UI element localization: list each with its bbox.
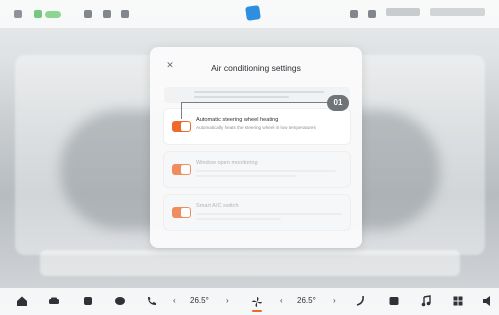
- lock-icon: [103, 8, 111, 20]
- status-bar: [0, 0, 499, 28]
- right-temp-increase-icon[interactable]: ›: [333, 296, 336, 305]
- settings-icon[interactable]: [350, 8, 358, 20]
- phone-icon[interactable]: [146, 295, 158, 307]
- setting-description: Automatically heats the steering wheel i…: [196, 125, 316, 130]
- music-icon[interactable]: [420, 295, 432, 307]
- air-conditioning-settings-dialog: ✕ Air conditioning settings Automatic st…: [150, 47, 362, 248]
- fan-active-indicator: [252, 310, 262, 312]
- app-logo: [245, 5, 261, 21]
- media-icon[interactable]: [388, 295, 400, 307]
- dialog-title: Air conditioning settings: [211, 63, 301, 73]
- status-time-block: [430, 8, 485, 16]
- setting-item-smart-ac-switch[interactable]: Smart A/C switch: [164, 195, 350, 230]
- apps-icon[interactable]: [452, 295, 464, 307]
- wifi-icon: [121, 8, 129, 20]
- window-open-monitoring-toggle[interactable]: [172, 164, 191, 175]
- signal-icon: [14, 8, 22, 20]
- right-temperature: 26.5°: [297, 296, 316, 305]
- setting-title: Smart A/C switch: [196, 203, 239, 209]
- smart-ac-switch-toggle[interactable]: [172, 207, 191, 218]
- home-icon[interactable]: [16, 295, 28, 307]
- setting-item-window-open-monitoring[interactable]: Window open monitoring: [164, 152, 350, 187]
- previous-setting-item: [164, 87, 350, 103]
- left-temp-increase-icon[interactable]: ›: [226, 296, 229, 305]
- setting-title: Window open monitoring: [196, 160, 258, 166]
- setting-description: [196, 211, 344, 220]
- steering-wheel-heating-toggle[interactable]: [172, 121, 191, 132]
- bottom-dock: ‹ 26.5° › ‹ 26.5° ›: [0, 288, 499, 315]
- volume-icon[interactable]: [482, 295, 494, 307]
- seat-icon[interactable]: [82, 295, 94, 307]
- car-icon[interactable]: [48, 295, 60, 307]
- callout-badge: 01: [327, 95, 349, 111]
- message-icon[interactable]: [114, 295, 126, 307]
- left-temperature: 26.5°: [190, 296, 209, 305]
- status-indicator: [34, 8, 61, 20]
- steering-icon[interactable]: [355, 295, 367, 307]
- fan-icon[interactable]: [251, 295, 263, 307]
- bluetooth-icon: [84, 8, 92, 20]
- setting-description: [196, 168, 344, 177]
- right-temp-decrease-icon[interactable]: ‹: [280, 296, 283, 305]
- status-text-block: [386, 8, 420, 16]
- left-temp-decrease-icon[interactable]: ‹: [173, 296, 176, 305]
- callout-line: [181, 102, 332, 119]
- background-cards: [40, 250, 460, 276]
- notification-icon[interactable]: [368, 8, 376, 20]
